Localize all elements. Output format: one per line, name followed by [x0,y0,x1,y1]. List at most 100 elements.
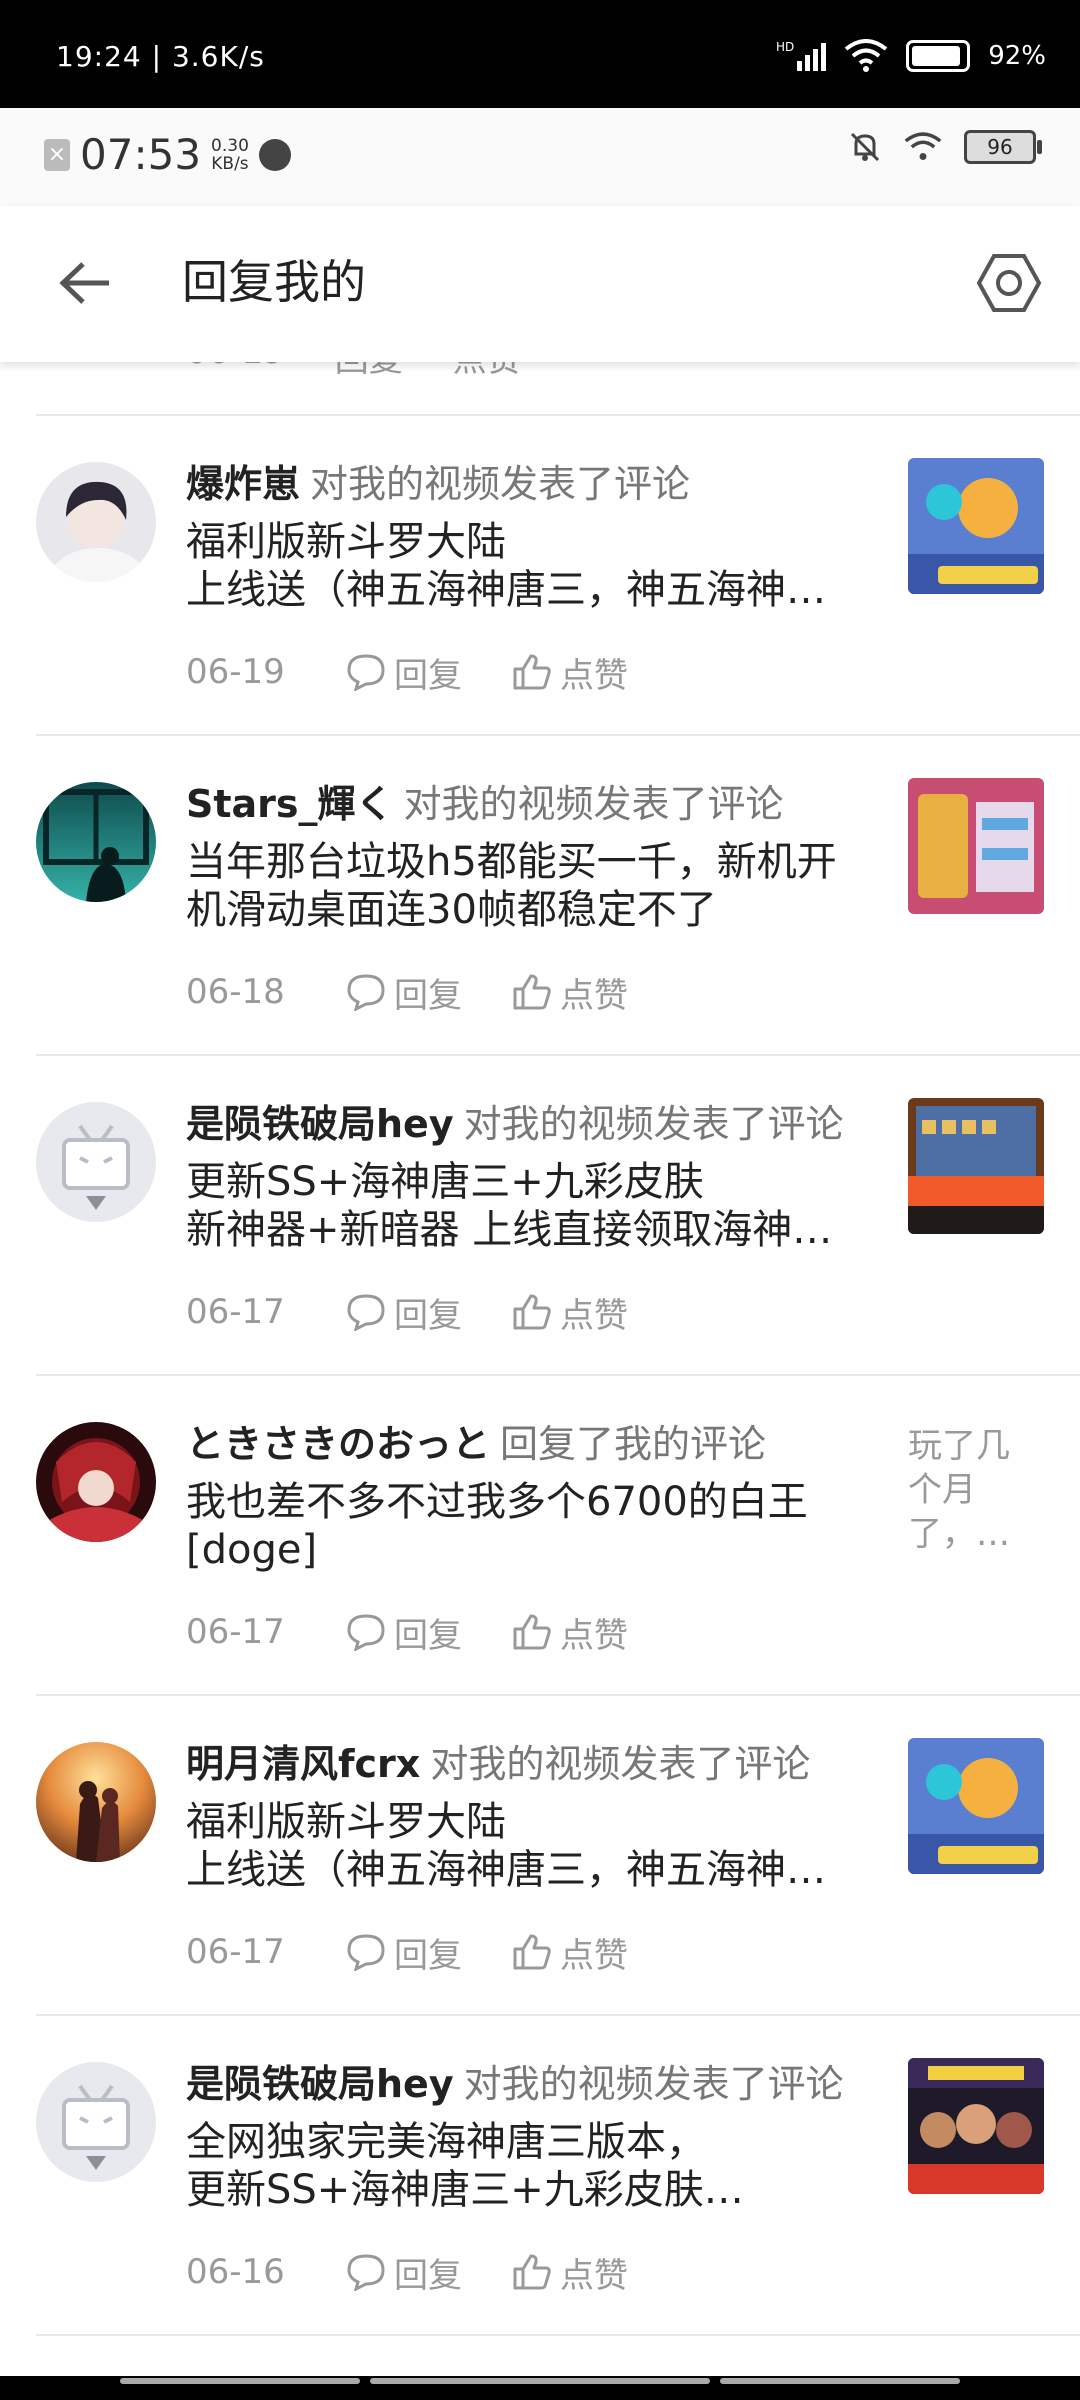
like-button[interactable]: 点赞 [512,1288,628,1337]
reply-list-item[interactable]: 是陨铁破局hey 对我的视频发表了评论全网独家完美海神唐三版本， 更新SS+海神唐三… [0,2016,1080,2334]
back-button[interactable] [54,252,116,314]
system-status-bar: 19:24 | 3.6K/s HD 92% [0,0,1080,108]
reply-button[interactable]: 回复 [346,968,462,1017]
like-label: 点赞 [560,2255,628,2296]
reply-label: 回复 [394,1615,462,1656]
like-label: 点赞 [560,975,628,1016]
like-button[interactable]: 点赞 [512,1608,628,1657]
reply-list-item[interactable]: 爆炸崽 对我的视频发表了评论 福利版新斗罗大陆 上线送（神五海神唐三，神五海神… 06-… [0,416,1080,734]
user-name[interactable]: 明月清风fcrx [186,1742,420,1786]
like-label: 点赞 [560,655,628,696]
signal-icon: HD [776,41,827,71]
close-notification-icon: × [44,138,70,171]
item-date: 06-17 [186,1932,285,1972]
reply-content[interactable]: 更新SS+海神唐三+九彩皮肤 新神器+新暗器 上线直接领取海神… [186,1158,876,1254]
network-speed: 0.30 KB/s [211,135,249,174]
like-label: 点赞 [560,1615,628,1656]
reply-list-item[interactable]: Stars_輝く 对我的视频发表了评论当年那台垃圾h5都能买一千，新机开 机滑动桌面… [0,736,1080,1054]
reply-button[interactable]: 回复 [346,2248,462,2297]
item-date: 06-17 [186,1292,285,1332]
user-name[interactable]: ときさきのおっと [186,1422,490,1466]
reply-content[interactable]: 福利版新斗罗大陆 上线送（神五海神唐三，神五海神… [186,1798,876,1894]
content-line: 当年那台垃圾h5都能买一千，新机开 [186,839,837,885]
reply-content[interactable]: 全网独家完美海神唐三版本， 更新SS+海神唐三+九彩皮肤… [186,2118,876,2214]
thumbs-up-icon [512,1293,552,1331]
battery-icon [906,40,971,72]
reply-label: 回复 [394,1295,462,1336]
reply-content[interactable]: 当年那台垃圾h5都能买一千，新机开 机滑动桌面连30帧都稳定不了 [186,838,876,934]
reply-list-item[interactable]: 是陨铁破局hey 对我的视频发表了评论更新SS+海神唐三+九彩皮肤 新神器+新暗器 … [0,1056,1080,1374]
like-button[interactable]: 点赞 [512,968,628,1017]
arrow-left-icon [59,262,109,304]
content-line: 更新SS+海神唐三+九彩皮肤… [186,2167,744,2213]
reply-action: 对我的视频发表了评论 [463,2062,844,2106]
reply-header: 是陨铁破局hey 对我的视频发表了评论 [186,2058,844,2110]
bottom-bar [0,2376,1080,2400]
settings-button[interactable] [976,250,1042,316]
video-thumbnail[interactable] [908,1738,1044,1874]
item-date: 06-16 [186,2252,285,2292]
item-date: 06-19 [186,362,285,381]
item-date: 06-18 [186,972,285,1012]
quote-line: 玩了几 [908,1426,1010,1466]
content-line: 更新SS+海神唐三+九彩皮肤 [186,1159,704,1205]
user-avatar[interactable] [36,2062,156,2182]
hexagon-gear-icon [976,254,1042,312]
reply-button[interactable]: 回复 [346,1288,462,1337]
comment-icon [346,1613,386,1651]
reply-list-item[interactable]: 明月清风fcrx 对我的视频发表了评论福利版新斗罗大陆 上线送（神五海神唐三，神五海… [0,1696,1080,2014]
reply-meta: 06-19 回复 点赞 [186,648,628,696]
user-name[interactable]: Stars_輝く [186,782,394,826]
reply-content[interactable]: 福利版新斗罗大陆 上线送（神五海神唐三，神五海神… [186,518,876,614]
user-avatar[interactable] [36,1422,156,1542]
video-thumbnail[interactable] [908,1098,1044,1234]
comment-icon [346,1293,386,1331]
item-date: 06-19 [186,652,285,692]
video-thumbnail[interactable] [908,458,1044,594]
user-name[interactable]: 是陨铁破局hey [186,2062,454,2106]
user-avatar[interactable] [36,782,156,902]
status-icons: HD 92% [776,36,1046,76]
wifi-icon [904,132,942,160]
battery-icon: 96 [964,130,1042,164]
page-header: 回复我的 [0,206,1080,362]
app-status-bar: × 07:53 0.30 KB/s 96 [0,108,1080,206]
quote-line: 个月 [908,1470,976,1510]
quote-line: 了，… [908,1514,1010,1554]
reply-meta: 06-18 回复 点赞 [186,968,628,1016]
like-button[interactable]: 点赞 [512,1928,628,1977]
reply-button[interactable]: 回复 [346,1608,462,1657]
content-line: [doge] [186,1527,318,1573]
reply-label[interactable]: 回复 [335,362,403,381]
content-line: 上线送（神五海神唐三，神五海神… [186,567,826,613]
reply-header: Stars_輝く 对我的视频发表了评论 [186,778,784,830]
user-avatar[interactable] [36,462,156,582]
user-name[interactable]: 爆炸崽 [186,462,300,506]
reply-header: 是陨铁破局hey 对我的视频发表了评论 [186,1098,844,1150]
reply-button[interactable]: 回复 [346,1928,462,1977]
quoted-comment[interactable]: 玩了几 个月 了，… [908,1424,1028,1556]
content-line: 福利版新斗罗大陆 [186,519,506,565]
thumbs-up-icon [512,973,552,1011]
reply-action: 回复了我的评论 [500,1422,767,1466]
comment-icon [346,973,386,1011]
battery-percent: 92% [988,41,1046,71]
video-thumbnail[interactable] [908,778,1044,914]
content-line: 新神器+新暗器 上线直接领取海神… [186,1207,833,1253]
inner-status-time: 07:53 [80,130,202,179]
reply-content[interactable]: 我也差不多不过我多个6700的白王 [doge] [186,1478,876,1574]
reply-button[interactable]: 回复 [346,648,462,697]
like-button[interactable]: 点赞 [512,648,628,697]
user-name[interactable]: 是陨铁破局hey [186,1102,454,1146]
content-line: 福利版新斗罗大陆 [186,1799,506,1845]
user-avatar[interactable] [36,1102,156,1222]
like-label[interactable]: 点赞 [453,362,521,381]
reply-action: 对我的视频发表了评论 [430,1742,811,1786]
thumbs-up-icon [512,1613,552,1651]
like-button[interactable]: 点赞 [512,2248,628,2297]
video-thumbnail[interactable] [908,2058,1044,2194]
reply-label: 回复 [394,975,462,1016]
reply-list-item[interactable]: ときさきのおっと 回复了我的评论 我也差不多不过我多个6700的白王 [doge] 06… [0,1376,1080,1694]
reply-action: 对我的视频发表了评论 [463,1102,844,1146]
user-avatar[interactable] [36,1742,156,1862]
